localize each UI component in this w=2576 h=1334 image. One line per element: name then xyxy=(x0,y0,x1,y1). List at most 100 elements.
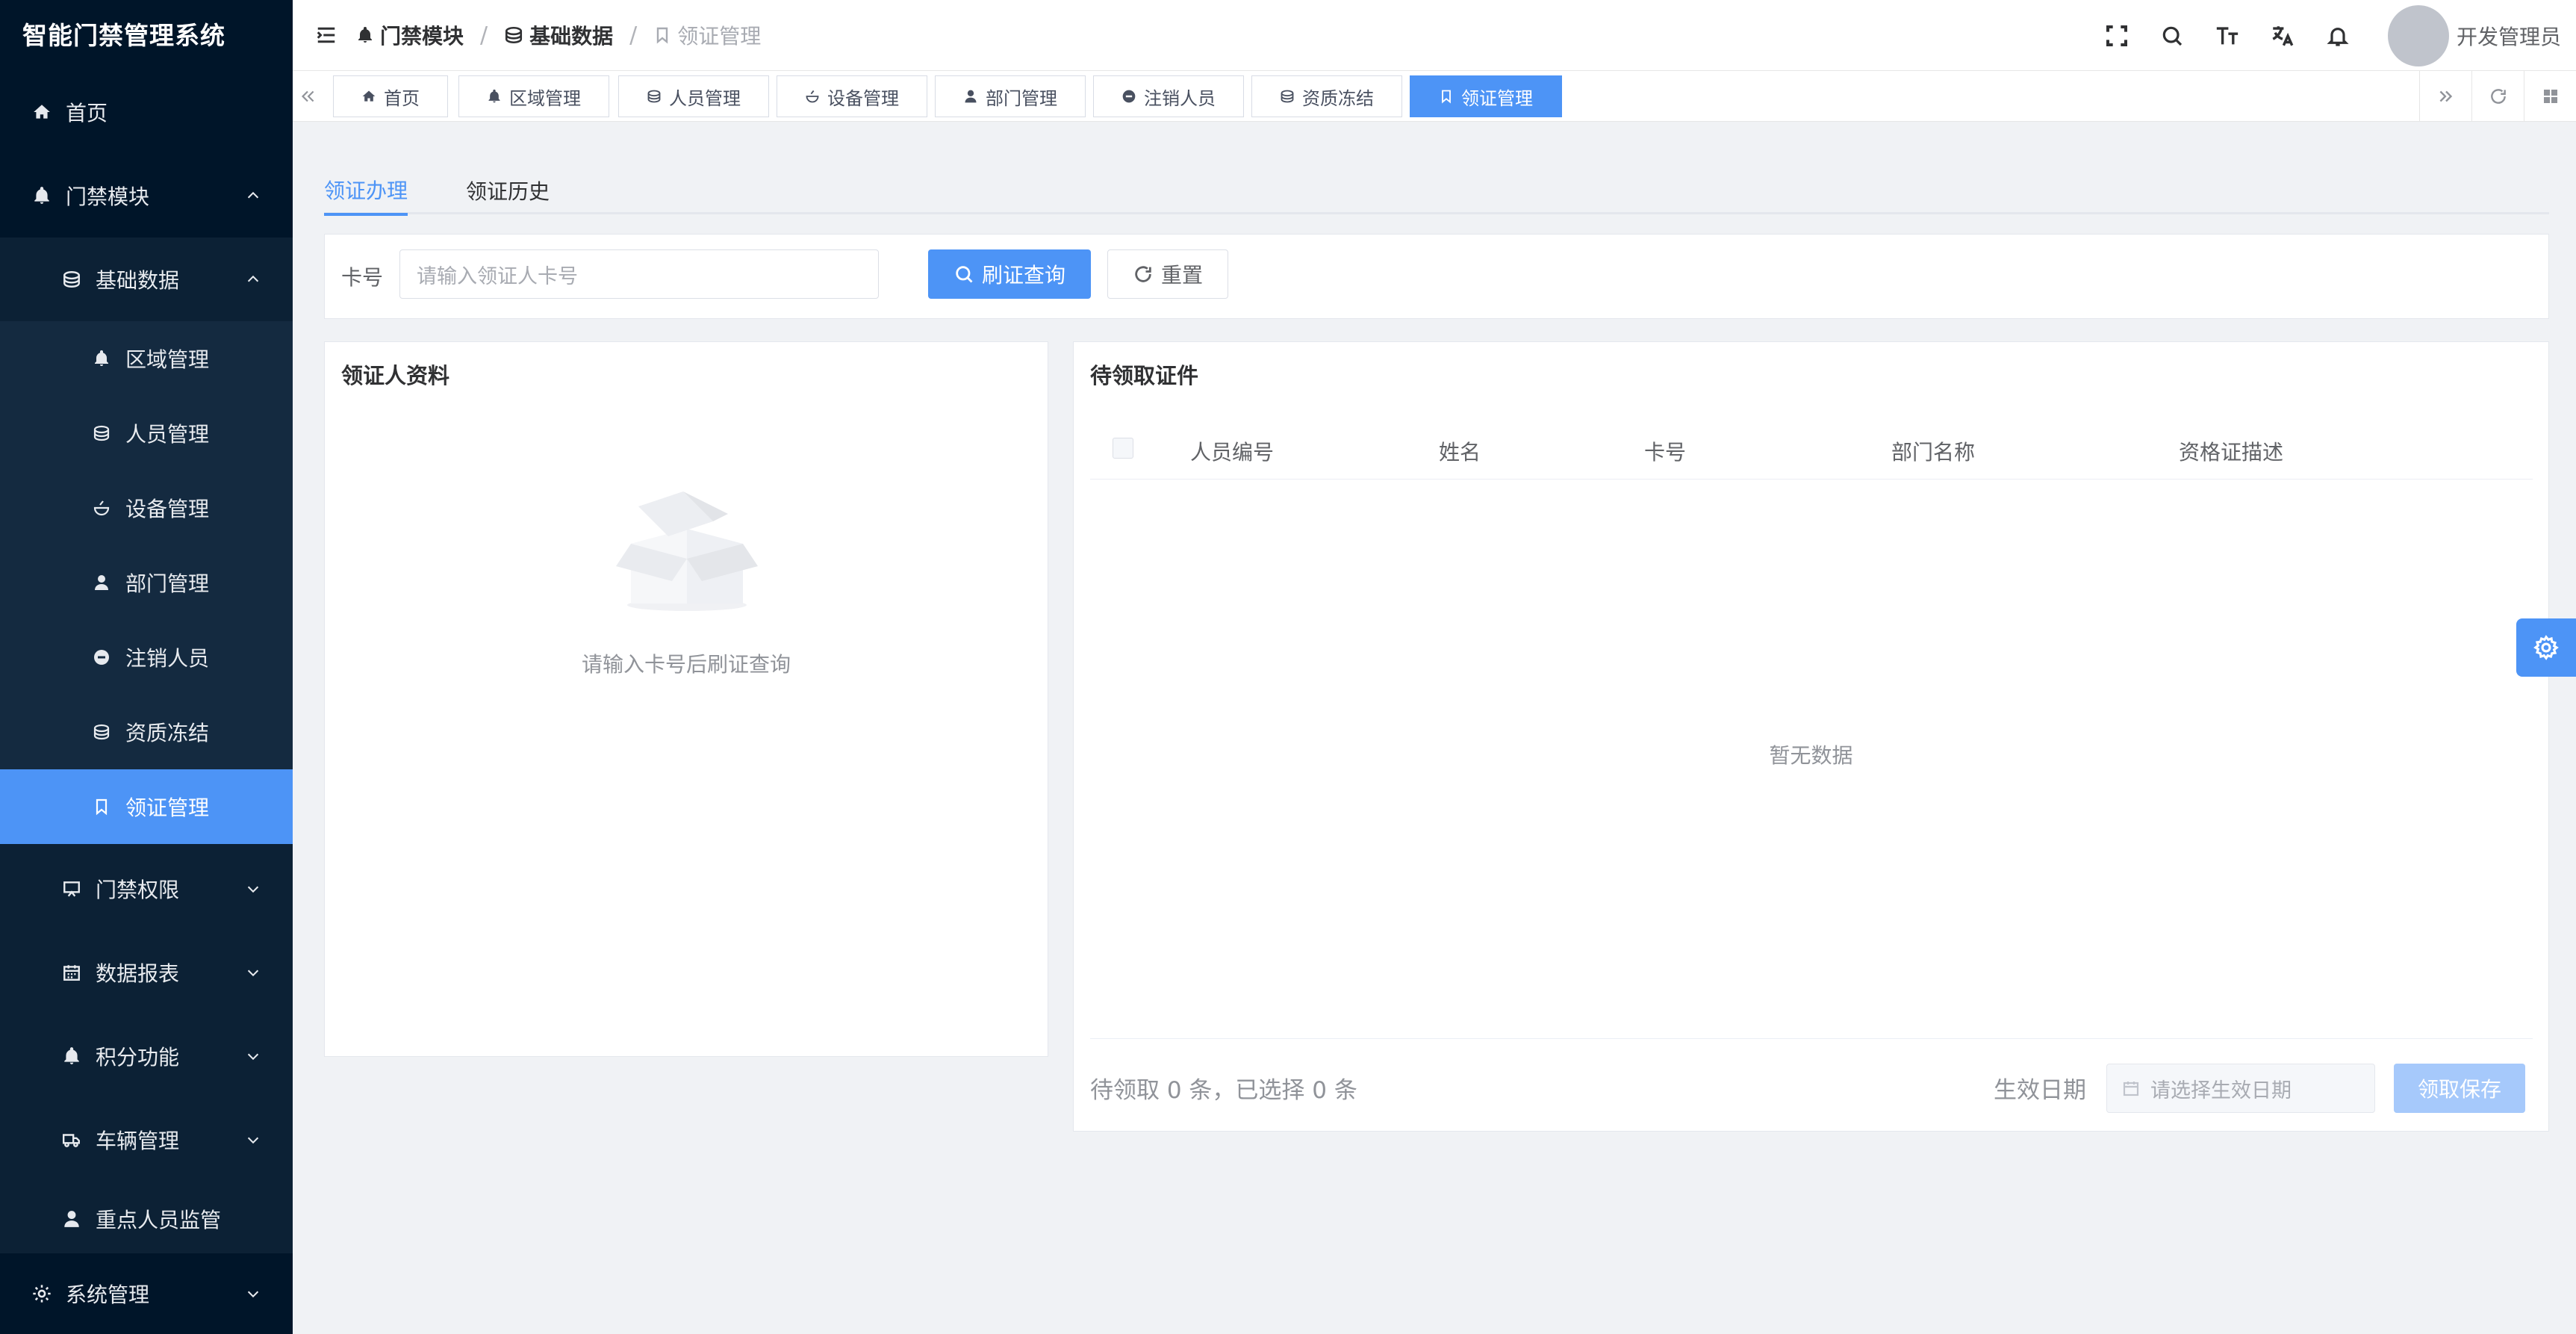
sidebar-item-label: 人员管理 xyxy=(125,422,210,447)
font-size-icon[interactable] xyxy=(2213,22,2241,50)
chevron-down-icon xyxy=(243,879,263,899)
sidebar-item-permission[interactable]: 门禁权限 xyxy=(0,847,293,931)
sidebar-item-license[interactable]: 领证管理 xyxy=(0,769,293,844)
sidebar-item-home[interactable]: 首页 xyxy=(0,70,293,154)
sidebar-item-label: 积分功能 xyxy=(96,1045,180,1070)
bell-icon xyxy=(61,1046,82,1067)
home-icon xyxy=(362,90,376,102)
sidebar-item-freeze[interactable]: 资质冻结 xyxy=(0,695,293,769)
translate-icon[interactable] xyxy=(2268,22,2297,50)
sidebar-item-label: 首页 xyxy=(66,101,108,125)
tag-freeze[interactable]: 资质冻结 xyxy=(1251,75,1402,117)
panel-title: 领证人资料 xyxy=(341,363,450,388)
tab-license-history[interactable]: 领证历史 xyxy=(466,167,550,214)
tags-actions xyxy=(2419,71,2576,122)
truck-icon xyxy=(61,1129,82,1150)
swipe-query-button[interactable]: 刷证查询 xyxy=(928,249,1091,299)
minus-circle-icon xyxy=(91,647,112,668)
search-icon xyxy=(956,266,973,283)
minus-circle-icon xyxy=(1122,90,1136,103)
sidebar-item-points[interactable]: 积分功能 xyxy=(0,1014,293,1098)
breadcrumb-label: 门禁模块 xyxy=(380,24,464,49)
tag-personnel[interactable]: 人员管理 xyxy=(618,75,769,117)
sidebar-item-label: 系统管理 xyxy=(66,1282,150,1307)
tag-device[interactable]: 设备管理 xyxy=(777,75,927,117)
recipient-info-panel: 领证人资料 请输入卡号后刷证查询 xyxy=(324,341,1048,1057)
tag-label: 领证管理 xyxy=(1461,87,1533,109)
tag-label: 人员管理 xyxy=(669,87,741,109)
divider xyxy=(1090,1038,2533,1039)
user-icon xyxy=(91,572,112,593)
column-header: 姓名 xyxy=(1439,440,1481,465)
breadcrumb-label: 领证管理 xyxy=(677,24,762,49)
tag-department[interactable]: 部门管理 xyxy=(935,75,1086,117)
avatar[interactable] xyxy=(2387,4,2449,66)
sidebar-item-access-module[interactable]: 门禁模块 xyxy=(0,154,293,238)
bookmark-icon xyxy=(91,796,112,817)
settings-gear-icon[interactable] xyxy=(2516,618,2576,677)
bell-icon[interactable] xyxy=(2324,22,2352,50)
tag-area[interactable]: 区域管理 xyxy=(458,75,609,117)
tag-label: 区域管理 xyxy=(509,87,581,109)
fullscreen-icon[interactable] xyxy=(2103,22,2131,50)
card-label: 卡号 xyxy=(341,265,384,290)
reset-button[interactable]: 重置 xyxy=(1107,249,1228,299)
sidebar-item-area[interactable]: 区域管理 xyxy=(0,321,293,396)
breadcrumb-item[interactable]: 门禁模块 xyxy=(356,20,464,50)
sidebar-item-device[interactable]: 设备管理 xyxy=(0,471,293,545)
tag-license[interactable]: 领证管理 xyxy=(1410,75,1562,117)
sidebar-item-label: 数据报表 xyxy=(96,961,180,986)
double-chevron-right-icon[interactable] xyxy=(2419,71,2471,122)
database-icon xyxy=(91,722,112,742)
select-all-checkbox[interactable] xyxy=(1113,438,1133,459)
card-number-input[interactable]: 请输入领证人卡号 xyxy=(399,249,879,299)
main-content: 领证办理 领证历史 卡号 请输入领证人卡号 刷证查询 重置 领证人资料 请输入卡… xyxy=(293,122,2576,1334)
sidebar-item-cancelled[interactable]: 注销人员 xyxy=(0,620,293,695)
refresh-icon xyxy=(1135,266,1151,282)
chevron-up-icon xyxy=(243,270,263,289)
effective-date-picker[interactable]: 请选择生效日期 xyxy=(2106,1064,2375,1113)
sidebar-item-department[interactable]: 部门管理 xyxy=(0,545,293,620)
bookmark-icon xyxy=(1442,90,1451,104)
sidebar-item-basic-data[interactable]: 基础数据 xyxy=(0,238,293,321)
pending-licenses-panel: 待领取证件 人员编号 姓名 卡号 部门名称 资格证描述 暂无数据 待领取 0 条… xyxy=(1073,341,2549,1132)
calendar-icon xyxy=(61,962,82,983)
sidebar-item-system[interactable]: 系统管理 xyxy=(0,1253,293,1334)
sidebar-item-vehicle[interactable]: 车辆管理 xyxy=(0,1098,293,1182)
pending-count: 待领取 0 条，已选择 0 条 xyxy=(1090,1077,1357,1104)
header-actions: 开发管理员 xyxy=(2089,0,2561,71)
sidebar-item-label: 设备管理 xyxy=(125,497,210,521)
database-icon xyxy=(647,90,661,103)
user-icon xyxy=(965,90,977,103)
bell-icon xyxy=(91,348,112,369)
tags-view-bar: 首页 区域管理 人员管理 设备管理 部门管理 注销人员 资质冻结 领证管理 xyxy=(293,71,2576,122)
menu-toggle-icon[interactable] xyxy=(311,20,341,50)
bell-icon xyxy=(31,185,52,206)
breadcrumb-item[interactable]: 基础数据 xyxy=(504,20,613,50)
grid-icon[interactable] xyxy=(2524,71,2576,122)
database-icon xyxy=(1281,90,1294,103)
bookmark-icon xyxy=(657,27,668,44)
calendar-icon xyxy=(2123,1082,2139,1096)
sidebar-item-key-personnel[interactable]: 重点人员监管 xyxy=(0,1182,293,1256)
tag-home[interactable]: 首页 xyxy=(333,75,448,117)
double-chevron-left-icon[interactable] xyxy=(293,71,323,122)
breadcrumb: 门禁模块 / 基础数据 / 领证管理 xyxy=(356,20,761,50)
refresh-icon[interactable] xyxy=(2471,71,2524,122)
database-icon xyxy=(91,423,112,444)
sidebar-item-label: 部门管理 xyxy=(125,571,210,596)
tab-license-handle[interactable]: 领证办理 xyxy=(324,167,408,216)
sidebar-item-label: 门禁模块 xyxy=(66,184,150,209)
receive-save-button[interactable]: 领取保存 xyxy=(2394,1064,2525,1113)
tag-cancelled[interactable]: 注销人员 xyxy=(1093,75,1244,117)
user-icon xyxy=(61,1209,82,1229)
column-header: 资格证描述 xyxy=(2179,440,2284,465)
sidebar-item-personnel[interactable]: 人员管理 xyxy=(0,396,293,471)
bowl-icon xyxy=(806,90,819,103)
sidebar-item-report[interactable]: 数据报表 xyxy=(0,931,293,1014)
tag-label: 设备管理 xyxy=(827,87,899,109)
search-icon[interactable] xyxy=(2158,22,2186,50)
column-header: 部门名称 xyxy=(1891,440,1976,465)
sidebar: 智能门禁管理系统 首页 门禁模块 基础数据 区域管理 人员管理 设备管理 部门管… xyxy=(0,0,293,1334)
user-name[interactable]: 开发管理员 xyxy=(2457,21,2561,51)
